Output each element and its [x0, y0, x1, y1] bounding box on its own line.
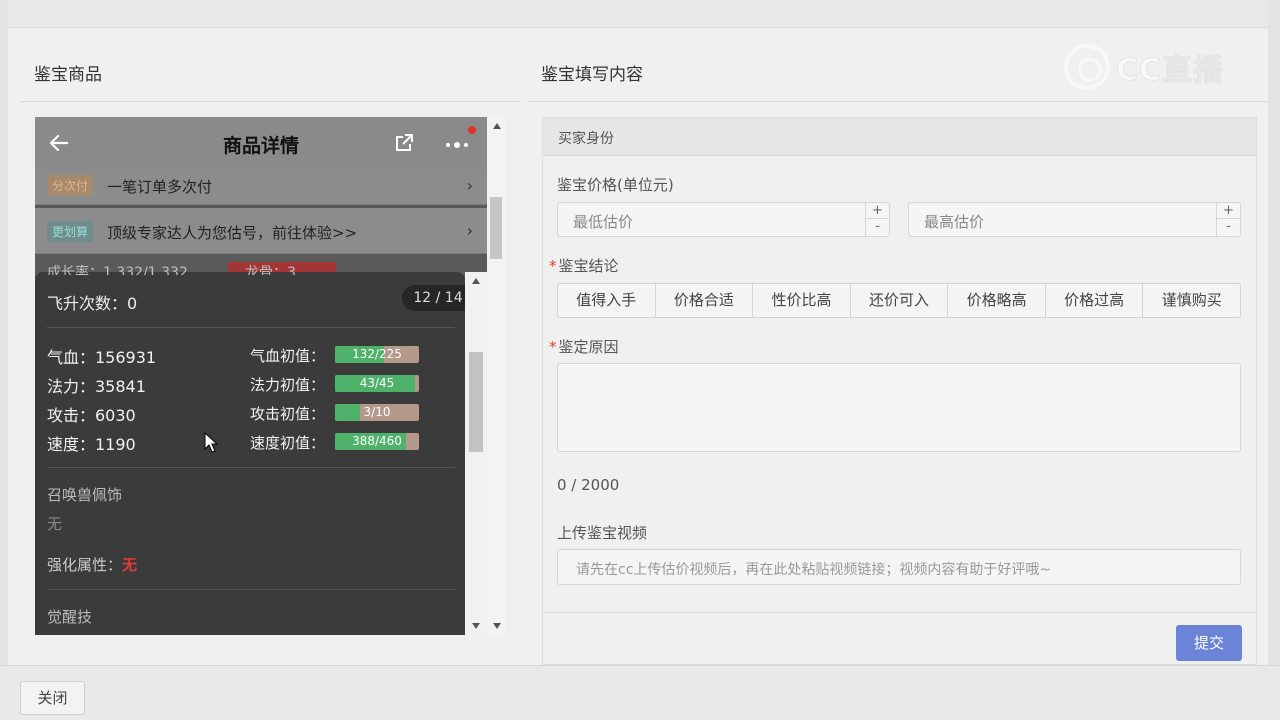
enhance-attribute: 强化属性：无 [47, 554, 137, 575]
chevron-right-icon: › [466, 221, 473, 240]
stat-hp-init-label: 气血初值： [250, 347, 326, 365]
installment-row[interactable]: 分次付 一笔订单多次付 › [35, 169, 487, 205]
increment-button[interactable]: + [1217, 203, 1240, 219]
option-good-value[interactable]: 性价比高 [753, 284, 851, 317]
option-fair-price[interactable]: 价格合适 [656, 284, 754, 317]
option-negotiable[interactable]: 还价可入 [851, 284, 949, 317]
video-link-placeholder: 请先在cc上传估价视频后，再在此处粘贴视频链接；视频内容有助于好评哦~ [576, 562, 1052, 578]
scroll-down-icon[interactable] [492, 623, 501, 629]
scroll-thumb[interactable] [469, 352, 483, 452]
bar-text: 388/460 [352, 434, 402, 448]
close-button[interactable]: 关闭 [20, 681, 85, 715]
promo-tag: 更划算 [47, 221, 94, 242]
max-price-placeholder: 最高估价 [924, 213, 985, 231]
max-price-input[interactable]: 最高估价 + - [908, 202, 1241, 237]
cc-live-watermark: CC直播 [1064, 44, 1224, 90]
left-edge [0, 0, 8, 720]
stat-speed-bar: 388/460 [335, 433, 419, 450]
stat-attack-init-label: 攻击初值： [250, 405, 326, 423]
stat-speed: 速度：1190 [47, 435, 136, 454]
submit-button[interactable]: 提交 [1176, 625, 1242, 661]
stat-mp: 法力：35841 [47, 377, 146, 396]
form-section-title: 鉴宝填写内容 [541, 65, 643, 85]
min-price-stepper[interactable]: + - [865, 203, 889, 236]
share-icon[interactable] [393, 132, 415, 154]
enhance-value: 无 [122, 556, 138, 574]
left-title-divider [20, 101, 520, 102]
installment-text: 一笔订单多次付 [107, 178, 213, 196]
reason-label: * 鉴定原因 [549, 336, 619, 357]
stat-attack-bar: 3/10 [335, 404, 419, 421]
increment-button[interactable]: + [866, 203, 889, 219]
right-edge [1268, 0, 1280, 720]
buyer-identity-label: 买家身份 [558, 131, 614, 147]
bar-text: 43/45 [359, 376, 395, 390]
stat-attack: 攻击：6030 [47, 406, 136, 425]
awaken-skill-title: 觉醒技 [47, 608, 93, 626]
divider [47, 327, 455, 328]
conclusion-label-text: 鉴宝结论 [558, 257, 619, 275]
watermark-text: CC直播 [1115, 53, 1225, 89]
stat-hp: 气血：156931 [47, 348, 157, 367]
top-bar [0, 0, 1280, 28]
stat-speed-init-label: 速度初值： [250, 434, 326, 452]
phone-scrollbar[interactable] [487, 117, 506, 635]
phone-header: 商品详情 [35, 117, 487, 169]
more-dots-icon[interactable] [445, 137, 471, 151]
video-link-input[interactable]: 请先在cc上传估价视频后，再在此处粘贴视频链接；视频内容有助于好评哦~ [557, 549, 1241, 585]
scroll-down-icon[interactable] [472, 623, 480, 629]
conclusion-options: 值得入手 价格合适 性价比高 还价可入 价格略高 价格过高 谨慎购买 [557, 283, 1241, 318]
popup-scrollbar[interactable] [465, 272, 487, 635]
product-detail-screen: 商品详情 分次付 一笔订单多次付 › 更划算 顶级专家达人为您估号，前往体验>>… [35, 117, 487, 635]
video-label: 上传鉴宝视频 [557, 524, 648, 542]
min-price-input[interactable]: 最低估价 + - [557, 202, 890, 237]
option-slightly-high[interactable]: 价格略高 [948, 284, 1046, 317]
reason-label-text: 鉴定原因 [558, 338, 619, 356]
stat-mp-init-label: 法力初值： [250, 376, 326, 394]
notification-dot [468, 126, 476, 134]
dialog-footer [0, 665, 1280, 720]
max-price-stepper[interactable]: + - [1216, 203, 1240, 236]
scroll-up-icon[interactable] [472, 278, 480, 284]
dragon-bone-partial: 龙骨：3 [245, 265, 296, 275]
option-worth-buying[interactable]: 值得入手 [558, 284, 656, 317]
enhance-label: 强化属性： [47, 556, 123, 574]
divider [47, 467, 455, 468]
chevron-right-icon: › [466, 176, 473, 195]
buyer-identity-header: 买家身份 [543, 118, 1256, 156]
scroll-thumb[interactable] [490, 197, 502, 259]
accessory-title: 召唤兽佩饰 [47, 486, 123, 504]
decrement-button[interactable]: - [866, 219, 889, 235]
right-title-divider [527, 101, 1267, 102]
required-mark: * [549, 338, 557, 356]
required-mark: * [549, 257, 557, 275]
conclusion-label: * 鉴宝结论 [549, 255, 619, 276]
appraisal-promo-row[interactable]: 更划算 顶级专家达人为您估号，前往体验>> › [35, 208, 487, 254]
goods-section-title: 鉴宝商品 [34, 65, 102, 85]
bar-text: 132/225 [352, 347, 402, 361]
reason-char-counter: 0 / 2000 [557, 476, 620, 494]
decrement-button[interactable]: - [1217, 219, 1240, 235]
stat-mp-bar: 43/45 [335, 375, 419, 392]
promo-text: 顶级专家达人为您估号，前往体验>> [107, 224, 358, 242]
price-label: 鉴宝价格(单位元) [557, 176, 674, 194]
page-indicator: 12 / 14 [402, 285, 474, 311]
form-divider [542, 612, 1257, 613]
min-price-placeholder: 最低估价 [573, 213, 634, 231]
cc-logo-icon [1064, 44, 1110, 90]
accessory-value: 无 [47, 515, 63, 533]
divider [47, 589, 455, 590]
stat-hp-bar: 132/225 [335, 346, 419, 363]
option-buy-cautiously[interactable]: 谨慎购买 [1143, 284, 1240, 317]
option-too-high[interactable]: 价格过高 [1046, 284, 1144, 317]
mouse-cursor-icon [204, 432, 218, 453]
ascension-count: 飞升次数：0 [47, 294, 138, 313]
scroll-up-icon[interactable] [492, 123, 501, 129]
bar-text: 3/10 [363, 405, 391, 419]
installment-tag: 分次付 [47, 175, 94, 196]
phone-page-title: 商品详情 [222, 135, 299, 157]
reason-textarea[interactable] [557, 363, 1241, 452]
